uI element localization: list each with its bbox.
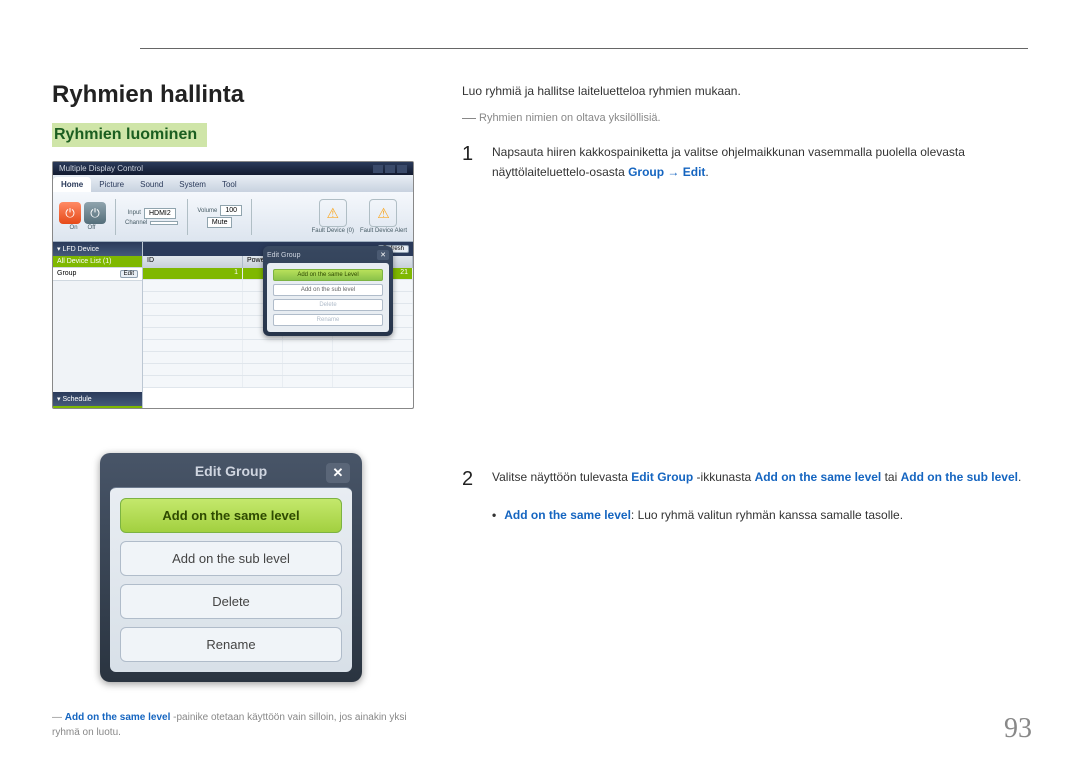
step-2: 2 Valitse näyttöön tulevasta Edit Group … [462,467,1028,491]
input-label: Input [128,210,141,216]
dialog-title-large: Edit Group [195,463,267,479]
channel-label: Channel [125,220,147,226]
volume-label: Volume [197,208,217,214]
sidebar-head-lfd[interactable]: ▾ LFD Device [53,242,142,256]
dlg-btn-rename-large[interactable]: Rename [120,627,342,662]
dlg-btn-add-same-large[interactable]: Add on the same level [120,498,342,533]
tab-system[interactable]: System [171,177,214,192]
section-subtitle: Ryhmien luominen [52,123,207,147]
power-off-button[interactable]: ⏻ [84,202,106,224]
edit-group-dialog-small: Edit Group ✕ Add on the same Level Add o… [263,246,393,336]
dialog-title-small: Edit Group [267,252,300,259]
sidebar-all-devices[interactable]: All Device List (1) [53,256,142,268]
dialog-close-small[interactable]: ✕ [377,250,389,260]
bullet-line: •Add on the same level: Luo ryhmä valitu… [492,505,1028,525]
header-rule [140,48,1028,49]
tab-tool[interactable]: Tool [214,177,245,192]
channel-field[interactable] [150,221,178,225]
dlg-btn-add-sub-small[interactable]: Add on the sub level [273,284,383,296]
note-line: Ryhmien nimien on oltava yksilöllisiä. [462,109,1028,128]
on-label: On [70,225,78,231]
dlg-btn-delete-small[interactable]: Delete [273,299,383,311]
dialog-close-large[interactable]: ✕ [326,463,350,483]
sidebar-group-label: Group [57,270,76,278]
off-label: Off [88,225,96,231]
mdc-app-title: Multiple Display Control [59,164,143,173]
fault-device-label: Fault Device (0) [312,228,354,234]
footnote: ― Add on the same level -painike otetaan… [52,710,422,740]
edit-group-dialog-large: Edit Group ✕ Add on the same level Add o… [100,453,362,682]
step-1-number: 1 [462,142,480,183]
page-title: Ryhmien hallinta [52,81,422,109]
fault-device-icon[interactable]: ⚠ [319,199,347,227]
grid-header-id: ID [143,256,243,268]
page-number: 93 [1004,713,1032,745]
dlg-btn-add-sub-large[interactable]: Add on the sub level [120,541,342,576]
mute-button[interactable]: Mute [207,217,233,228]
dlg-btn-add-same-small[interactable]: Add on the same Level [273,269,383,281]
step-1-text: Napsauta hiiren kakkospainiketta ja vali… [492,142,1028,183]
step-2-text: Valitse näyttöön tulevasta Edit Group -i… [492,467,1021,491]
volume-value[interactable]: 100 [220,205,242,216]
sidebar-all-schedule[interactable]: All Schedule List [53,406,142,409]
grid-cell-id[interactable]: 1 [143,268,243,279]
tab-sound[interactable]: Sound [132,177,171,192]
sidebar-group-row: Group Edit [53,268,142,281]
dlg-btn-delete-large[interactable]: Delete [120,584,342,619]
dlg-btn-rename-small[interactable]: Rename [273,314,383,326]
step-2-number: 2 [462,467,480,491]
sidebar-head-schedule[interactable]: ▾ Schedule [53,392,142,406]
mdc-screenshot: Multiple Display Control Home Picture So… [52,161,414,409]
power-on-button[interactable]: ⏻ [59,202,81,224]
fault-alert-label: Fault Device Alert [360,228,407,234]
intro-text: Luo ryhmiä ja hallitse laiteluetteloa ry… [462,81,1028,101]
sidebar-edit-button[interactable]: Edit [120,270,138,278]
tab-picture[interactable]: Picture [91,177,132,192]
tab-home[interactable]: Home [53,177,91,192]
fault-alert-icon[interactable]: ⚠ [369,199,397,227]
step-1: 1 Napsauta hiiren kakkospainiketta ja va… [462,142,1028,183]
input-select[interactable]: HDMI2 [144,208,176,219]
window-controls[interactable] [373,165,407,173]
